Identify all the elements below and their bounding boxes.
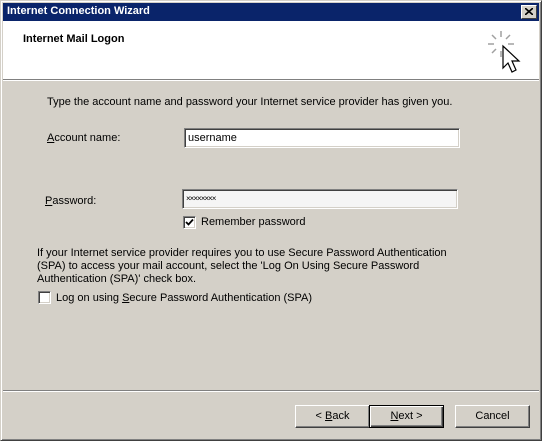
close-icon (525, 8, 533, 15)
password-input[interactable]: ×××××××× (182, 189, 458, 209)
remember-password-label[interactable]: Remember password (201, 216, 306, 228)
next-button[interactable]: Next > (369, 405, 444, 428)
spa-info-line-3: Authentication (SPA)' check box. (37, 273, 197, 285)
remember-password-checkbox[interactable] (183, 216, 196, 229)
page-title: Internet Mail Logon (23, 33, 125, 45)
spa-checkbox-label[interactable]: Log on using Secure Password Authenticat… (56, 292, 312, 304)
back-button[interactable]: < Back (295, 405, 370, 428)
account-name-input[interactable]: username (184, 128, 460, 148)
checkmark-icon (185, 218, 194, 226)
close-button[interactable] (521, 5, 537, 19)
header-divider (3, 79, 539, 81)
cancel-button[interactable]: Cancel (455, 405, 530, 428)
spa-checkbox[interactable] (38, 291, 51, 304)
window-title: Internet Connection Wizard (7, 5, 150, 17)
wizard-header: Internet Mail Logon (3, 21, 539, 79)
spa-info-line-1: If your Internet service provider requir… (37, 247, 447, 259)
wizard-window: Internet Connection Wizard Internet Mail… (0, 0, 542, 441)
account-name-label: Account name: (47, 132, 121, 144)
intro-text: Type the account name and password your … (47, 96, 453, 108)
title-bar[interactable]: Internet Connection Wizard (3, 3, 539, 21)
wizard-cursor-icon (488, 31, 521, 73)
spa-info-line-2: (SPA) to access your mail account, selec… (37, 260, 420, 272)
footer-divider (3, 390, 539, 392)
password-label: Password: (45, 195, 97, 207)
